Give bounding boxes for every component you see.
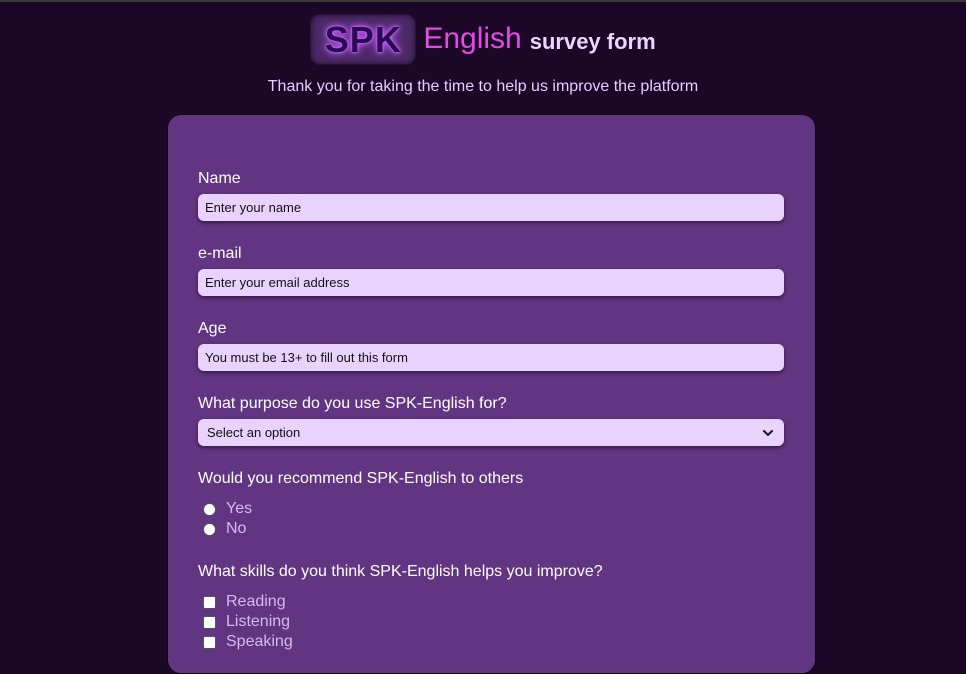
- email-input-placeholder: Enter your email address: [205, 275, 350, 290]
- skill-option-speaking[interactable]: Speaking: [203, 633, 293, 651]
- purpose-select-value: Select an option: [207, 425, 301, 440]
- radio-yes[interactable]: [203, 502, 216, 516]
- age-label: Age: [198, 320, 227, 337]
- recommend-option-yes-label: Yes: [226, 500, 253, 517]
- recommend-option-yes[interactable]: Yes: [203, 500, 252, 518]
- chevron-down-icon: [763, 429, 773, 436]
- age-input-placeholder: You must be 13+ to fill out this form: [205, 350, 408, 365]
- skill-option-speaking-label: Speaking: [226, 633, 293, 650]
- email-input[interactable]: Enter your email address: [198, 269, 784, 296]
- name-label: Name: [198, 170, 241, 187]
- logo-english-text: English: [423, 22, 522, 55]
- skill-option-reading-label: Reading: [226, 593, 286, 610]
- skill-option-listening-label: Listening: [226, 613, 291, 630]
- purpose-select[interactable]: Select an option: [198, 419, 784, 446]
- page-header: SPK English survey form: [0, 13, 966, 65]
- checkbox-listening[interactable]: [203, 615, 216, 629]
- title-row: SPK English survey form: [310, 13, 656, 65]
- skill-option-listening[interactable]: Listening: [203, 613, 290, 631]
- name-input[interactable]: Enter your name: [198, 194, 784, 221]
- logo-badge: SPK: [310, 14, 417, 65]
- skills-label: What skills do you think SPK-English hel…: [198, 563, 603, 580]
- radio-no[interactable]: [203, 522, 216, 536]
- age-input[interactable]: You must be 13+ to fill out this form: [198, 344, 784, 371]
- checkbox-speaking[interactable]: [203, 635, 216, 649]
- recommend-option-no-label: No: [226, 520, 247, 537]
- top-border: [0, 0, 966, 2]
- recommend-label: Would you recommend SPK-English to other…: [198, 470, 524, 487]
- survey-form: Name Enter your name e-mail Enter your e…: [167, 114, 816, 674]
- name-input-placeholder: Enter your name: [205, 200, 302, 215]
- email-label: e-mail: [198, 245, 242, 262]
- logo-spk-text: SPK: [324, 18, 402, 60]
- page-subtitle: Thank you for taking the time to help us…: [267, 78, 699, 95]
- checkbox-reading[interactable]: [203, 595, 216, 609]
- page-title: survey form: [529, 29, 656, 54]
- purpose-label: What purpose do you use SPK-English for?: [198, 395, 507, 412]
- skill-option-reading[interactable]: Reading: [203, 593, 286, 611]
- recommend-option-no[interactable]: No: [203, 520, 246, 538]
